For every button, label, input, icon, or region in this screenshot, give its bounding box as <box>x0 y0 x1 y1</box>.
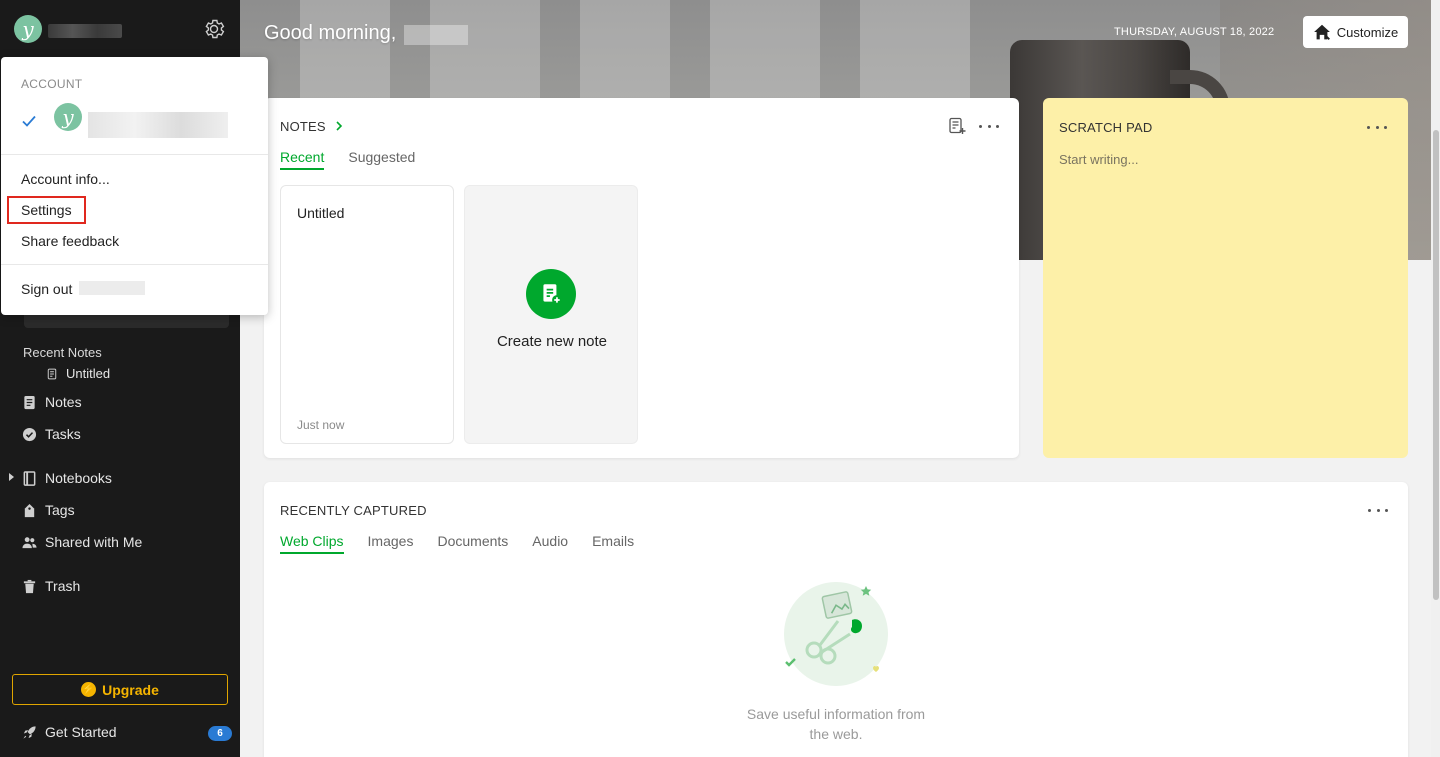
get-started-button[interactable]: Get Started <box>22 724 117 740</box>
people-icon <box>22 536 37 548</box>
sign-out-menu-item[interactable]: Sign out <box>21 281 72 297</box>
account-avatar[interactable]: y <box>54 103 82 131</box>
customize-label: Customize <box>1336 24 1399 40</box>
customize-button[interactable]: Customize <box>1303 16 1408 48</box>
create-new-note-label: Create new note <box>496 333 608 350</box>
home-icon <box>1313 24 1330 40</box>
sidebar-item-label: Tasks <box>45 426 81 442</box>
tab-suggested[interactable]: Suggested <box>348 149 415 170</box>
share-feedback-menu-item[interactable]: Share feedback <box>21 233 119 249</box>
tab-images[interactable]: Images <box>368 533 414 554</box>
blurred-account-name <box>88 112 228 138</box>
upgrade-button[interactable]: ⚡ Upgrade <box>12 674 228 705</box>
scrollbar-thumb[interactable] <box>1433 130 1439 600</box>
bolt-icon: ⚡ <box>81 682 97 697</box>
sidebar-recent-note-label: Untitled <box>66 366 111 381</box>
blurred-sign-out-name <box>79 281 145 295</box>
tag-icon <box>24 503 35 517</box>
checkmark-icon <box>22 115 36 127</box>
create-new-note-card[interactable]: Create new note <box>464 185 638 444</box>
note-icon <box>47 368 57 379</box>
notes-icon <box>24 395 35 409</box>
note-card[interactable]: Untitled Just now <box>280 185 454 444</box>
scratch-pad-more-icon[interactable] <box>1367 122 1387 132</box>
recently-captured-title: RECENTLY CAPTURED <box>280 503 427 518</box>
sidebar-item-notes[interactable]: Notes <box>22 394 82 410</box>
tab-documents[interactable]: Documents <box>437 533 508 554</box>
account-switcher[interactable]: y <box>14 14 228 44</box>
new-note-icon[interactable] <box>948 117 966 135</box>
recent-notes-label: Recent Notes <box>23 345 102 360</box>
blurred-greeting-name <box>404 25 468 45</box>
get-started-count-badge: 6 <box>208 726 232 741</box>
sidebar-item-label: Notes <box>45 394 82 410</box>
sidebar-item-shared[interactable]: Shared with Me <box>22 534 142 550</box>
tab-audio[interactable]: Audio <box>532 533 568 554</box>
check-circle-icon <box>22 427 37 441</box>
user-avatar[interactable]: y <box>14 15 42 43</box>
gear-icon[interactable] <box>202 17 226 41</box>
menu-divider <box>1 154 268 155</box>
notes-tabs: Recent Suggested <box>280 149 415 170</box>
scratch-pad-input[interactable]: Start writing... <box>1059 152 1138 167</box>
expand-caret-icon[interactable] <box>9 473 14 481</box>
empty-message-line-2: the web. <box>809 726 863 742</box>
note-card-title: Untitled <box>297 205 345 221</box>
empty-message-line-1: Save useful information from <box>746 706 926 722</box>
sidebar-item-notebooks[interactable]: Notebooks <box>22 470 112 486</box>
upgrade-label: Upgrade <box>102 681 159 698</box>
tab-recent[interactable]: Recent <box>280 149 325 170</box>
sidebar-item-trash[interactable]: Trash <box>22 578 80 594</box>
captured-tabs: Web Clips Images Documents Audio Emails <box>280 533 634 554</box>
date-label: THURSDAY, AUGUST 18, 2022 <box>1114 26 1275 38</box>
account-dropdown-menu: ACCOUNT y Account info... Settings Share… <box>1 57 268 315</box>
settings-menu-item[interactable]: Settings <box>21 202 72 218</box>
sidebar-item-label: Notebooks <box>45 470 112 486</box>
sidebar-item-label: Trash <box>45 578 81 594</box>
add-note-icon <box>526 269 576 319</box>
menu-divider <box>1 264 268 265</box>
account-section-label: ACCOUNT <box>21 77 83 91</box>
web-clip-illustration <box>784 582 888 686</box>
recently-captured-more-icon[interactable] <box>1368 505 1388 515</box>
notes-widget: NOTES Recent Suggested Untitled Just now… <box>264 98 1019 458</box>
note-card-time: Just now <box>297 418 345 432</box>
sidebar-item-label: Shared with Me <box>45 534 143 550</box>
scratch-pad-title: SCRATCH PAD <box>1059 120 1153 135</box>
tab-emails[interactable]: Emails <box>592 533 634 554</box>
get-started-label: Get Started <box>45 724 117 740</box>
greeting-text: Good morning, <box>264 22 397 44</box>
trash-icon <box>23 579 36 593</box>
chevron-right-icon[interactable] <box>334 121 344 131</box>
blurred-username <box>48 24 122 38</box>
sidebar-item-tags[interactable]: Tags <box>22 502 75 518</box>
notes-widget-title[interactable]: NOTES <box>280 119 326 134</box>
rocket-icon <box>23 725 36 739</box>
sidebar-recent-note[interactable]: Untitled <box>46 366 110 381</box>
notes-more-icon[interactable] <box>979 121 999 131</box>
tab-web-clips[interactable]: Web Clips <box>280 533 344 554</box>
account-info-menu-item[interactable]: Account info... <box>21 171 110 187</box>
scratch-pad-widget: SCRATCH PAD Start writing... <box>1043 98 1408 458</box>
sidebar-item-label: Tags <box>45 502 75 518</box>
notebook-icon <box>23 470 36 486</box>
web-clips-empty-message: Save useful information from the web. <box>728 704 944 744</box>
sidebar-item-tasks[interactable]: Tasks <box>22 426 81 442</box>
